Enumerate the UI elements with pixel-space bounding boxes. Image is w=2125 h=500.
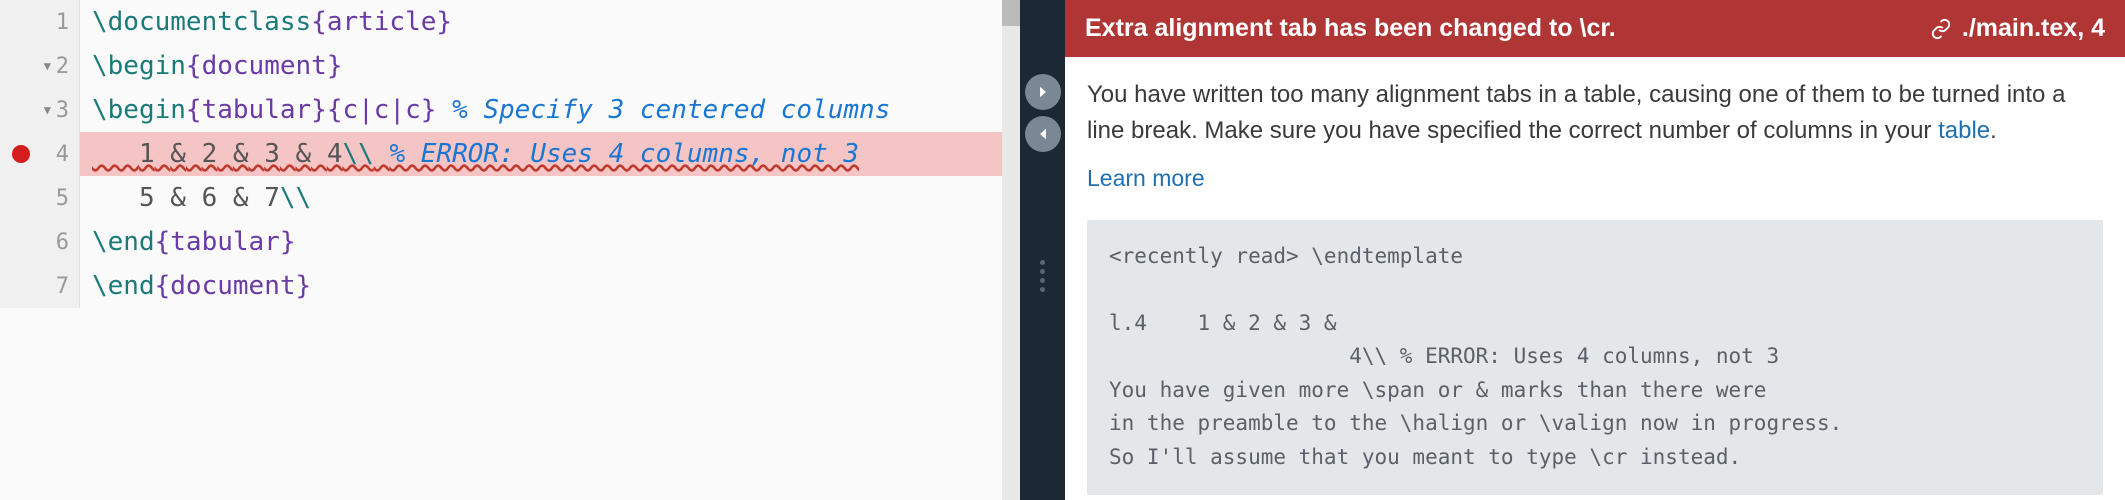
code-line[interactable]: 6 \end{tabular} bbox=[0, 220, 1020, 264]
code-content[interactable]: \end{document} bbox=[80, 264, 1020, 308]
drag-handle-icon[interactable] bbox=[1040, 260, 1045, 292]
error-desc-before: You have written too many alignment tabs… bbox=[1087, 81, 2065, 144]
code-content[interactable]: \documentclass{article} bbox=[80, 0, 1020, 44]
error-description: You have written too many alignment tabs… bbox=[1065, 57, 2125, 212]
error-panel: Extra alignment tab has been changed to … bbox=[1065, 0, 2125, 500]
line-number: 6 bbox=[56, 230, 69, 255]
nav-left-button[interactable] bbox=[1025, 116, 1061, 152]
arrow-left-icon bbox=[1034, 125, 1052, 143]
fold-arrow-icon[interactable]: ▼ bbox=[44, 59, 51, 73]
fold-arrow-icon[interactable]: ▼ bbox=[44, 103, 51, 117]
error-dot-icon[interactable] bbox=[12, 145, 30, 163]
line-number: 4 bbox=[56, 142, 69, 167]
code-content[interactable]: \begin{tabular}{c|c|c} % Specify 3 cente… bbox=[80, 88, 1020, 132]
line-number: 2 bbox=[56, 54, 69, 79]
code-line[interactable]: ▼3\begin{tabular}{c|c|c} % Specify 3 cen… bbox=[0, 88, 1020, 132]
code-line[interactable]: ▼2\begin{document} bbox=[0, 44, 1020, 88]
code-content[interactable]: 5 & 6 & 7\\ bbox=[80, 176, 1020, 220]
error-location-text: ./main.tex, 4 bbox=[1962, 14, 2105, 43]
gutter[interactable]: ▼2 bbox=[0, 44, 80, 88]
gutter[interactable]: ▼3 bbox=[0, 88, 80, 132]
gutter[interactable]: 1 bbox=[0, 0, 80, 44]
code-content[interactable]: 1 & 2 & 3 & 4\\ % ERROR: Uses 4 columns,… bbox=[80, 132, 1020, 176]
line-number: 5 bbox=[56, 186, 69, 211]
code-line[interactable]: 5 5 & 6 & 7\\ bbox=[0, 176, 1020, 220]
pane-divider[interactable] bbox=[1020, 0, 1065, 500]
code-line[interactable]: 7 \end{document} bbox=[0, 264, 1020, 308]
error-header: Extra alignment tab has been changed to … bbox=[1065, 0, 2125, 57]
error-desc-after: . bbox=[1990, 117, 1997, 144]
line-number: 1 bbox=[56, 10, 69, 35]
code-line[interactable]: 1 \documentclass{article} bbox=[0, 0, 1020, 44]
gutter[interactable]: 6 bbox=[0, 220, 80, 264]
scrollbar-track[interactable] bbox=[1002, 0, 1020, 500]
gutter[interactable]: 4 bbox=[0, 132, 80, 176]
scrollbar-thumb[interactable] bbox=[1002, 0, 1020, 26]
code-content[interactable]: \end{tabular} bbox=[80, 220, 1020, 264]
line-number: 3 bbox=[56, 98, 69, 123]
learn-more-link[interactable]: Learn more bbox=[1087, 161, 2103, 196]
editor-lines: 1\documentclass{article}▼2\begin{documen… bbox=[0, 0, 1020, 308]
error-title: Extra alignment tab has been changed to … bbox=[1085, 14, 1616, 43]
code-editor[interactable]: 1\documentclass{article}▼2\begin{documen… bbox=[0, 0, 1020, 500]
arrow-right-icon bbox=[1034, 83, 1052, 101]
link-icon bbox=[1930, 18, 1952, 40]
gutter[interactable]: 7 bbox=[0, 264, 80, 308]
nav-right-button[interactable] bbox=[1025, 74, 1061, 110]
code-content[interactable]: \begin{document} bbox=[80, 44, 1020, 88]
table-link[interactable]: table bbox=[1938, 117, 1990, 144]
error-log: <recently read> \endtemplate l.4 1 & 2 &… bbox=[1087, 220, 2103, 495]
line-number: 7 bbox=[56, 274, 69, 299]
gutter[interactable]: 5 bbox=[0, 176, 80, 220]
error-location-link[interactable]: ./main.tex, 4 bbox=[1930, 14, 2105, 43]
code-line[interactable]: 4 1 & 2 & 3 & 4\\ % ERROR: Uses 4 column… bbox=[0, 132, 1020, 176]
